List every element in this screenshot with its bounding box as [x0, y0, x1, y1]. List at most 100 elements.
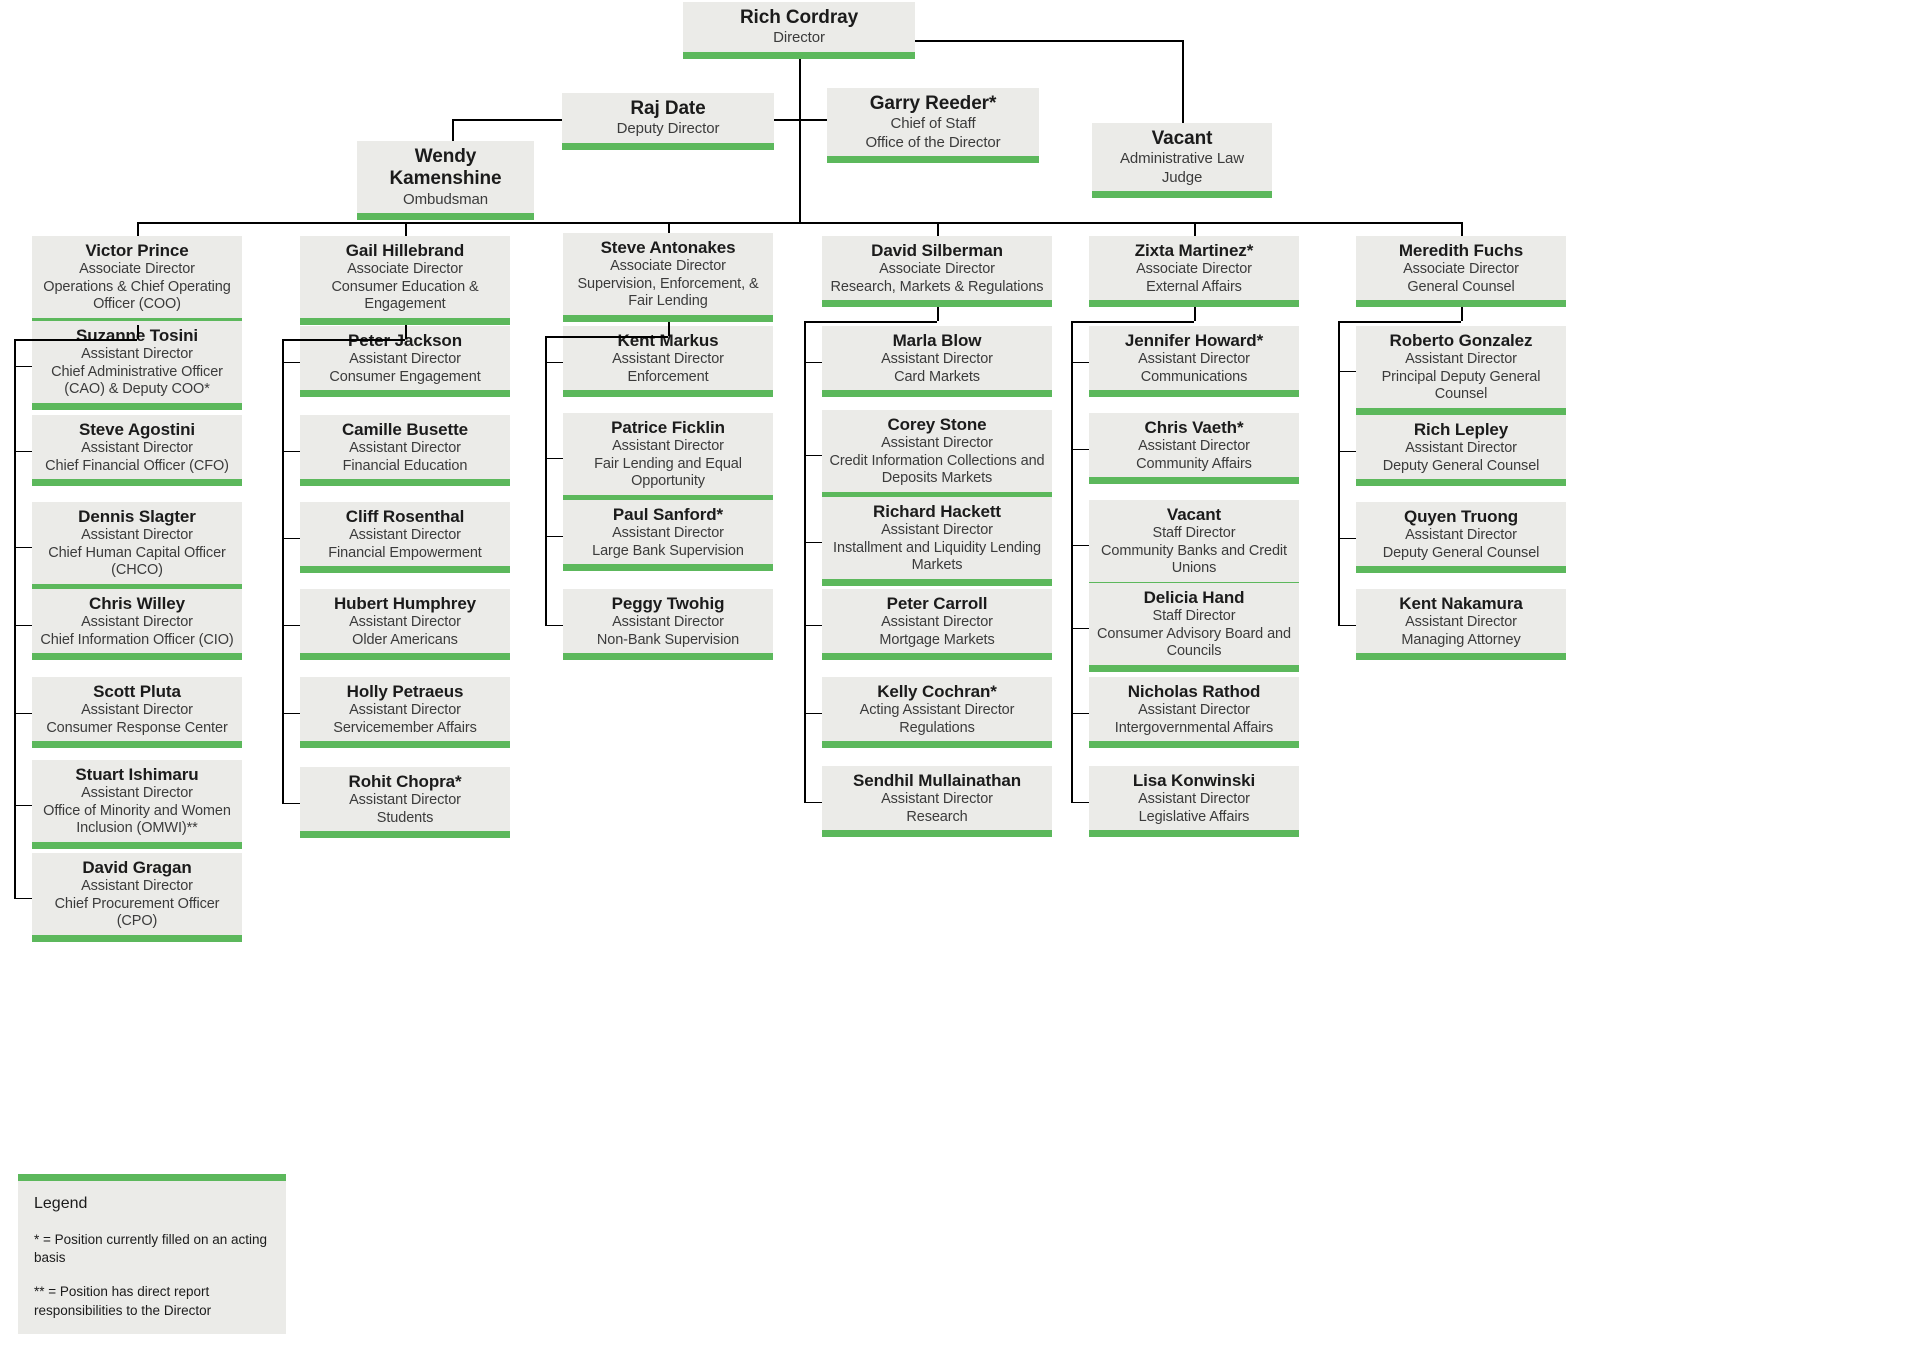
org-node-title: Assistant Director	[81, 346, 193, 363]
org-node-name: Jennifer Howard*	[1124, 331, 1264, 350]
org-node-col4-4: Peter Carroll Assistant Director Mortgage …	[822, 589, 1052, 661]
org-node-name: Sendhil Mullainathan	[852, 771, 1021, 790]
org-node-title: Students	[376, 809, 434, 826]
org-node-name: Stuart Ishimaru	[75, 765, 199, 784]
org-node-col4-1: Marla Blow Assistant Director Card Markets	[822, 326, 1052, 398]
org-node-admin-law-judge: Vacant Administrative Law Judge	[1092, 123, 1272, 198]
org-node-title: Assistant Director	[1138, 791, 1250, 808]
stub-col1-2	[14, 450, 32, 453]
org-node-title: Associate Director	[1136, 261, 1252, 278]
org-node-deputy-director: Raj Date Deputy Director	[562, 93, 774, 150]
org-node-name: Holly Petraeus	[346, 682, 464, 701]
connector-cos	[799, 119, 827, 121]
org-node-col5-head: Zixta Martinez* Associate Director Externa…	[1089, 236, 1299, 308]
org-node-col1-4: Chris Willey Assistant Director Chief Info…	[32, 589, 242, 661]
org-node-name: Delicia Hand	[1143, 588, 1245, 607]
org-node-title: Associate Director	[79, 261, 195, 278]
org-node-title: Fair Lending and Equal Opportunity	[594, 455, 742, 490]
org-node-title: Principal Deputy General Counsel	[1381, 368, 1541, 403]
org-node-name: Nicholas Rathod	[1127, 682, 1261, 701]
stub-col2-1	[282, 361, 300, 364]
org-node-name: Scott Pluta	[93, 682, 181, 701]
org-node-name: Chris Vaeth*	[1144, 418, 1244, 437]
org-node-name: Peter Carroll	[886, 594, 988, 613]
org-node-title: Servicemember Affairs	[333, 719, 477, 736]
org-node-title: Assistant Director	[881, 351, 993, 368]
spine-top-col5-head	[1071, 321, 1194, 323]
org-node-name: Marla Blow	[892, 331, 982, 350]
bus-associate-directors	[137, 222, 1461, 224]
connector-col3-head	[668, 222, 670, 233]
org-node-col5-5: Nicholas Rathod Assistant Director Intergo…	[1089, 677, 1299, 749]
spine-drop-col5-head	[1194, 307, 1196, 321]
org-node-col5-2: Chris Vaeth* Assistant Director Community …	[1089, 413, 1299, 485]
connector-col2-head	[405, 222, 407, 236]
stub-col1-6	[14, 804, 32, 807]
org-node-title: Consumer Engagement	[329, 368, 481, 385]
org-node-col2-6: Rohit Chopra* Assistant Director Students	[300, 767, 510, 839]
stub-col3-3	[545, 535, 563, 538]
org-node-col6-3: Quyen Truong Assistant Director Deputy Gen…	[1356, 502, 1566, 574]
org-node-name: Peggy Twohig	[611, 594, 725, 613]
org-node-title: Assistant Director	[612, 438, 724, 455]
org-node-title: Assistant Director	[81, 527, 193, 544]
stub-col5-5	[1071, 712, 1089, 715]
org-node-name: Meredith Fuchs	[1398, 241, 1524, 260]
org-node-title: Assistant Director	[349, 792, 461, 809]
org-node-name: Richard Hackett	[873, 502, 1001, 521]
org-node-title: Assistant Director	[349, 440, 461, 457]
org-node-title: Installment and Liquidity Lending Market…	[833, 539, 1041, 574]
org-node-col6-head: Meredith Fuchs Associate Director General …	[1356, 236, 1566, 308]
org-node-title: Assistant Director	[81, 878, 193, 895]
org-node-title: Deputy General Counsel	[1382, 544, 1540, 561]
org-node-title: Chief of Staff	[890, 115, 976, 133]
spine-top-col4-head	[804, 321, 937, 323]
org-node-col1-7: David Gragan Assistant Director Chief Proc…	[32, 853, 242, 943]
org-node-title: Managing Attorney	[1401, 631, 1521, 648]
spine-top-col2-head	[282, 339, 405, 341]
org-node-name: Roberto Gonzalez	[1389, 331, 1533, 350]
org-node-title: Deputy General Counsel	[1382, 457, 1540, 474]
org-node-name: Paul Sanford*	[612, 505, 724, 524]
org-node-name: Rich Lepley	[1413, 420, 1509, 439]
org-node-col3-3: Paul Sanford* Assistant Director Large Ban…	[563, 500, 773, 572]
stub-col5-3	[1071, 544, 1089, 547]
org-node-title: Assistant Director	[1405, 527, 1517, 544]
org-node-title: Office of the Director	[865, 133, 1001, 151]
org-node-title: Consumer Education & Engagement	[331, 278, 479, 313]
stub-col2-2	[282, 450, 300, 453]
org-node-title: Assistant Director	[349, 702, 461, 719]
org-node-name: Gail Hillebrand	[345, 241, 465, 260]
org-node-ombudsman: Wendy Kamenshine Ombudsman	[357, 141, 534, 221]
org-node-title: Assistant Director	[81, 440, 193, 457]
connector-director-alj	[915, 40, 1182, 42]
org-node-title: Chief Financial Officer (CFO)	[45, 457, 229, 474]
org-node-col3-2: Patrice Ficklin Assistant Director Fair Le…	[563, 413, 773, 503]
spine-top-col3-head	[545, 336, 668, 338]
org-node-col1-5: Scott Pluta Assistant Director Consumer Re…	[32, 677, 242, 749]
org-node-title: Supervision, Enforcement, & Fair Lending	[577, 275, 759, 310]
org-node-title: Older Americans	[352, 631, 458, 648]
spine-col2-head	[282, 339, 284, 803]
org-node-title: Assistant Director	[349, 351, 461, 368]
org-node-name: Vacant	[1151, 128, 1213, 149]
org-node-name: Corey Stone	[887, 415, 987, 434]
org-node-col4-5: Kelly Cochran* Acting Assistant Director R…	[822, 677, 1052, 749]
legend-item-0: * = Position currently filled on an acti…	[34, 1232, 268, 1266]
org-node-title: Credit Information Collections and Depos…	[829, 452, 1045, 487]
org-node-director: Rich Cordray Director	[683, 2, 915, 59]
org-node-name: Camille Busette	[341, 420, 469, 439]
org-node-title: Financial Empowerment	[328, 544, 482, 561]
stub-col1-4	[14, 624, 32, 627]
stub-col3-4	[545, 624, 563, 627]
org-node-name: Raj Date	[630, 98, 706, 119]
stub-col5-6	[1071, 801, 1089, 804]
org-node-title: Office of Minority and Women Inclusion (…	[43, 802, 231, 837]
org-node-title: Consumer Advisory Board and Councils	[1097, 625, 1291, 660]
org-node-name: Victor Prince	[85, 241, 189, 260]
org-node-title: Chief Procurement Officer (CPO)	[54, 895, 220, 930]
spine-drop-col6-head	[1461, 307, 1463, 321]
stub-col6-3	[1338, 537, 1356, 540]
trunk-director	[799, 59, 801, 222]
org-node-title: Operations & Chief Operating Officer (CO…	[43, 278, 231, 313]
